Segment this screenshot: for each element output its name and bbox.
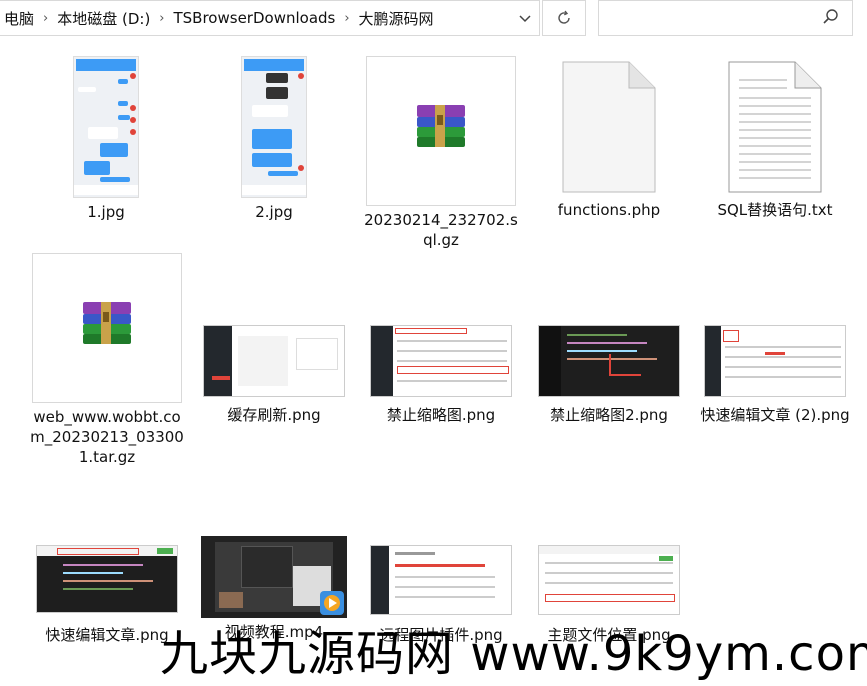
search-input[interactable] — [598, 0, 853, 36]
phone-screenshot-thumbnail — [73, 56, 139, 198]
search-icon — [823, 9, 838, 24]
breadcrumb-current-folder[interactable]: 大鹏源码网 — [355, 1, 438, 35]
watermark-text: 九块九源码网 www.9k9ym.com — [160, 626, 867, 682]
dark-screenshot-thumbnail — [36, 545, 178, 613]
video-thumbnail — [201, 536, 347, 618]
web-screenshot-thumbnail — [538, 545, 680, 615]
file-item[interactable]: 禁止缩略图.png — [363, 325, 519, 425]
text-doc-thumbnail — [725, 56, 825, 196]
file-name: 缓存刷新.png — [227, 406, 321, 424]
file-name: 禁止缩略图.png — [386, 406, 496, 424]
document-icon — [562, 61, 656, 193]
chevron-right-icon[interactable]: › — [154, 11, 169, 26]
chevron-down-icon[interactable] — [515, 9, 535, 29]
file-name: 2.jpg — [255, 203, 293, 221]
video-player-icon — [320, 591, 344, 615]
file-item[interactable]: 缓存刷新.png — [196, 325, 352, 425]
archive-thumbnail — [32, 253, 182, 403]
web-screenshot-thumbnail — [203, 325, 345, 397]
file-item[interactable]: 快速编辑文章 (2).png — [697, 325, 853, 425]
refresh-icon — [558, 10, 570, 24]
scroll-edge — [855, 36, 867, 686]
file-name: web_www.wobbt.com_20230213_033001.tar.gz — [30, 408, 184, 466]
blank-doc-thumbnail — [559, 56, 659, 196]
winrar-archive-icon — [83, 302, 131, 344]
file-item[interactable]: SQL替换语句.txt — [697, 56, 853, 220]
dark-screenshot-thumbnail — [538, 325, 680, 397]
address-bar[interactable]: 电脑 › 本地磁盘 (D:) › TSBrowserDownloads › 大鹏… — [0, 0, 540, 36]
file-item[interactable]: 禁止缩略图2.png — [531, 325, 687, 425]
file-item[interactable]: 20230214_232702.sql.gz — [363, 56, 519, 250]
web-screenshot-thumbnail — [370, 325, 512, 397]
file-name: 20230214_232702.sql.gz — [364, 211, 518, 249]
web-screenshot-thumbnail — [370, 545, 512, 615]
text-file-icon — [728, 61, 822, 193]
web-screenshot-thumbnail — [704, 325, 846, 397]
file-item[interactable]: 1.jpg — [28, 56, 184, 222]
chevron-right-icon[interactable]: › — [339, 11, 354, 26]
file-name: SQL替换语句.txt — [717, 201, 833, 219]
breadcrumb-downloads[interactable]: TSBrowserDownloads — [170, 1, 340, 35]
refresh-button[interactable] — [542, 0, 586, 36]
file-name: functions.php — [557, 201, 661, 219]
file-name: 禁止缩略图2.png — [550, 406, 668, 424]
file-item[interactable]: 2.jpg — [196, 56, 352, 222]
chevron-right-icon[interactable]: › — [38, 11, 53, 26]
file-item[interactable]: web_www.wobbt.com_20230213_033001.tar.gz — [29, 253, 185, 467]
archive-thumbnail — [366, 56, 516, 206]
winrar-archive-icon — [417, 105, 465, 147]
file-name: 1.jpg — [87, 203, 125, 221]
file-name: 快速编辑文章 (2).png — [700, 406, 850, 424]
file-item[interactable]: functions.php — [531, 56, 687, 220]
breadcrumb-computer[interactable]: 电脑 — [0, 1, 38, 35]
breadcrumb-drive-d[interactable]: 本地磁盘 (D:) — [53, 1, 154, 35]
phone-screenshot-thumbnail — [241, 56, 307, 198]
